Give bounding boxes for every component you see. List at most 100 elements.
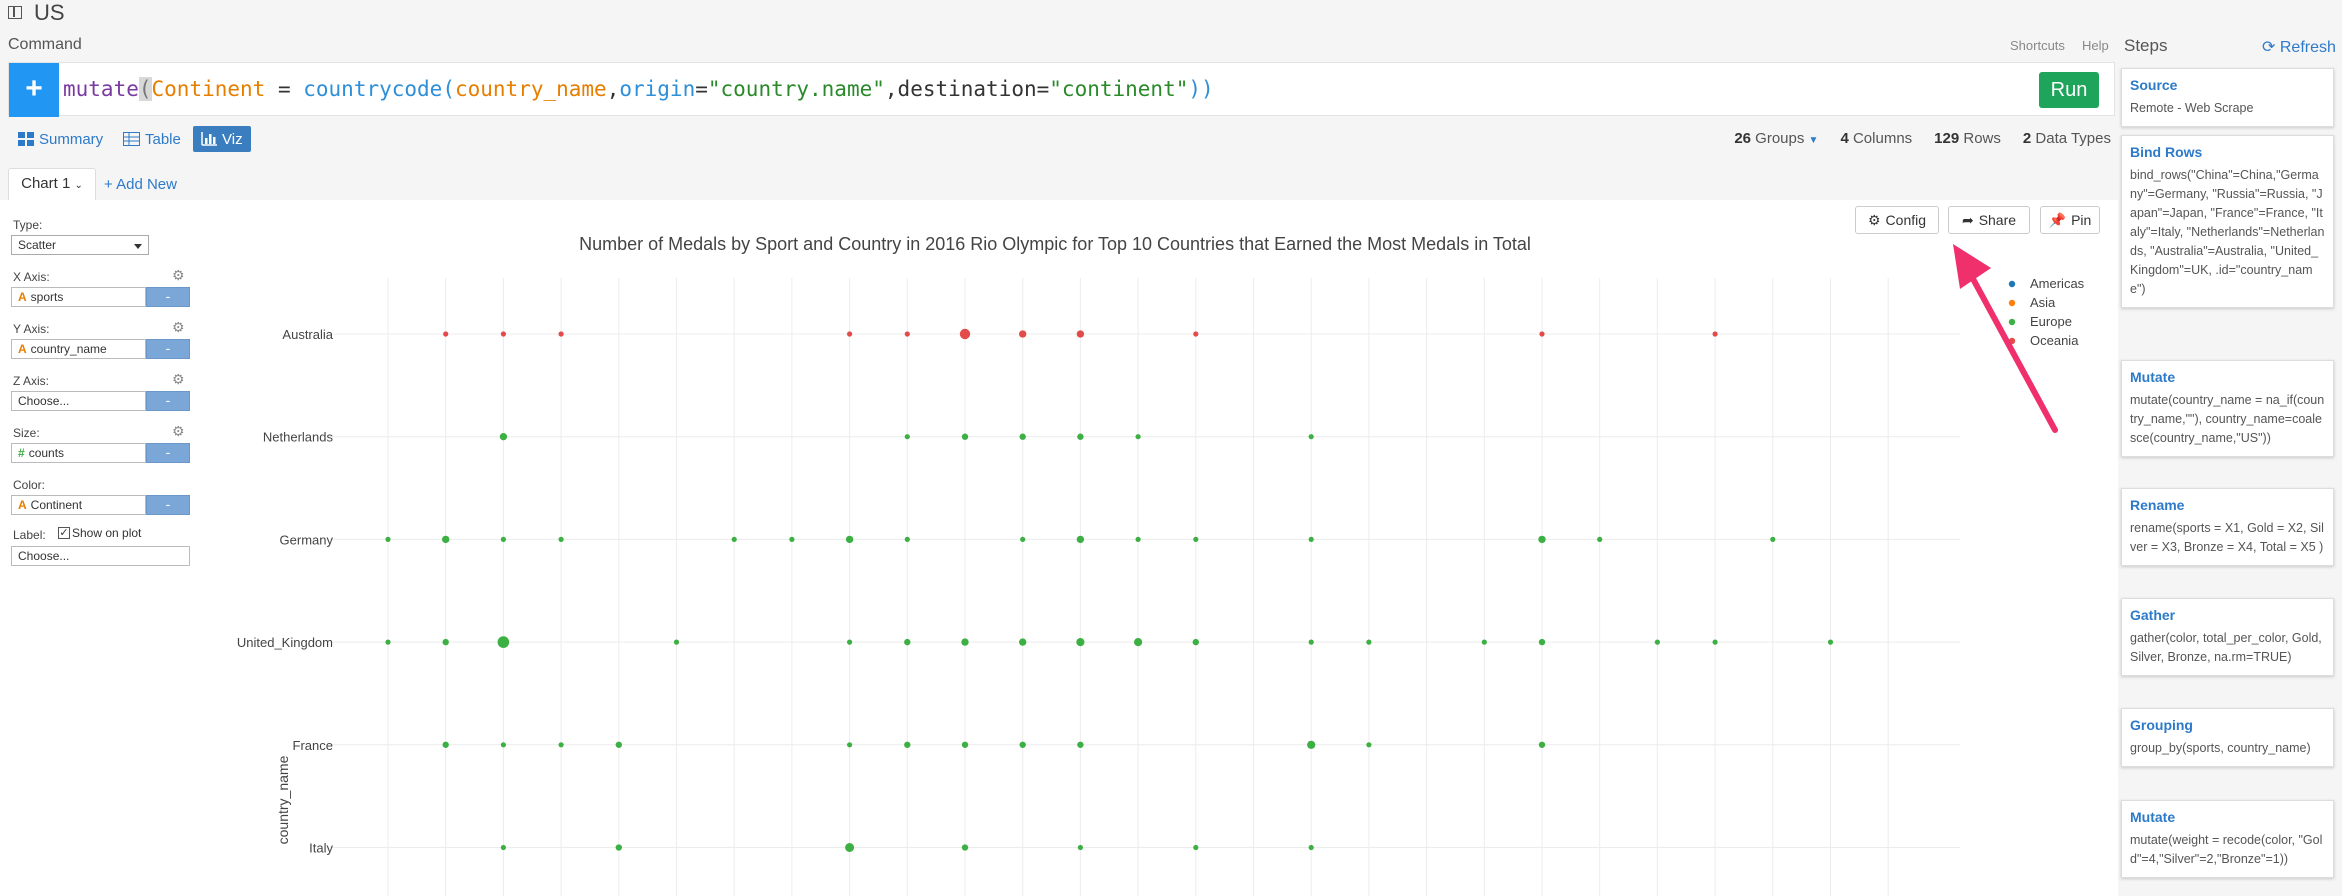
- step-title[interactable]: Bind Rows: [2130, 144, 2325, 160]
- data-point: [1308, 639, 1314, 645]
- step-card-source[interactable]: Source Remote - Web Scrape: [2121, 68, 2334, 127]
- refresh-icon: ⟳: [2262, 39, 2276, 56]
- data-point: [904, 434, 910, 440]
- data-point: [1307, 740, 1316, 749]
- data-point: [1712, 331, 1718, 337]
- data-point: [1654, 639, 1660, 645]
- legend-marker: [2008, 318, 2016, 326]
- legend-label: Europe: [2030, 314, 2072, 329]
- data-point: [961, 844, 969, 851]
- data-point: [673, 639, 680, 645]
- data-point: [442, 638, 449, 646]
- scatter-plot: Australia Netherlands Germany United_Kingdo…: [237, 244, 2085, 896]
- step-title[interactable]: Grouping: [2130, 717, 2325, 733]
- y-axis-label: country_name: [275, 755, 291, 844]
- data-point: [500, 331, 506, 337]
- y-tick-label: Italy: [309, 841, 333, 856]
- data-point: [959, 328, 971, 340]
- data-point: [1077, 741, 1084, 748]
- step-card-gather[interactable]: Gather gather(color, total_per_color, Gol…: [2121, 598, 2334, 676]
- data-point: [847, 639, 853, 645]
- data-point: [1308, 844, 1314, 851]
- step-title[interactable]: Source: [2130, 77, 2325, 93]
- step-body: Remote - Web Scrape: [2130, 101, 2254, 115]
- data-point: [1019, 741, 1026, 748]
- data-point: [847, 742, 853, 748]
- data-point: [1538, 638, 1546, 646]
- data-point: [1076, 637, 1085, 647]
- data-point: [1076, 330, 1085, 338]
- data-point: [497, 636, 510, 648]
- data-point: [1308, 536, 1314, 543]
- data-point: [1192, 638, 1199, 646]
- data-point: [1133, 637, 1143, 647]
- legend-marker: [2008, 280, 2016, 288]
- data-point: [961, 741, 969, 748]
- step-body: mutate(weight = recode(color, "Gold"=4,"…: [2130, 833, 2323, 866]
- data-point: [789, 536, 795, 543]
- data-point: [1366, 639, 1372, 645]
- step-card-grouping[interactable]: Grouping group_by(sports, country_name): [2121, 708, 2334, 767]
- data-point: [615, 741, 622, 748]
- data-point: [1308, 434, 1314, 440]
- data-point: [443, 331, 449, 337]
- refresh-button[interactable]: ⟳ Refresh: [2262, 37, 2336, 57]
- data-point: [500, 742, 506, 748]
- data-point: [961, 638, 969, 646]
- step-body: bind_rows("China"=China,"Germany"=German…: [2130, 168, 2325, 296]
- data-point: [1538, 741, 1546, 748]
- data-point: [1193, 844, 1199, 851]
- legend-marker: [2008, 299, 2016, 307]
- data-point: [904, 331, 910, 337]
- data-point: [558, 536, 564, 543]
- data-point: [904, 536, 910, 543]
- data-point: [442, 741, 449, 748]
- data-point: [385, 536, 391, 543]
- step-body: rename(sports = X1, Gold = X2, Silver = …: [2130, 521, 2324, 554]
- data-point: [1712, 639, 1718, 645]
- data-point: [500, 844, 506, 851]
- y-tick-label: Netherlands: [263, 430, 334, 445]
- data-point: [1481, 639, 1487, 645]
- data-point: [1539, 331, 1545, 337]
- data-point: [558, 331, 564, 337]
- data-point: [1135, 536, 1141, 543]
- data-point: [1135, 434, 1141, 440]
- step-card-mutate[interactable]: Mutate mutate(country_name = na_if(countr…: [2121, 360, 2334, 457]
- step-title[interactable]: Gather: [2130, 607, 2325, 623]
- step-title[interactable]: Rename: [2130, 497, 2325, 513]
- data-point: [845, 535, 854, 544]
- data-point: [1597, 536, 1603, 543]
- data-point: [847, 331, 853, 337]
- data-point: [1076, 535, 1085, 544]
- legend-label: Americas: [2030, 276, 2085, 291]
- data-point: [1827, 639, 1834, 645]
- step-body: gather(color, total_per_color, Gold, Sil…: [2130, 631, 2322, 664]
- step-body: group_by(sports, country_name): [2130, 741, 2311, 755]
- data-point: [1538, 535, 1546, 544]
- step-body: mutate(country_name = na_if(country_name…: [2130, 393, 2325, 445]
- data-point: [1077, 844, 1083, 851]
- data-point: [1019, 638, 1027, 646]
- y-tick-label: United_Kingdom: [237, 635, 333, 650]
- steps-header: Steps: [2124, 36, 2168, 55]
- y-tick-label: Germany: [280, 532, 334, 547]
- data-point: [558, 742, 564, 748]
- step-card-bind-rows[interactable]: Bind Rows bind_rows("China"=China,"German…: [2121, 135, 2334, 308]
- data-point: [1366, 742, 1372, 748]
- data-point: [904, 741, 911, 748]
- data-point: [385, 639, 391, 645]
- data-point: [1193, 331, 1199, 337]
- data-point: [1019, 330, 1027, 338]
- step-title[interactable]: Mutate: [2130, 369, 2325, 385]
- step-card-mutate[interactable]: Mutate mutate(weight = recode(color, "Gol…: [2121, 800, 2334, 878]
- y-tick-label: Australia: [282, 327, 333, 342]
- data-point: [442, 535, 450, 544]
- y-tick-label: France: [293, 738, 333, 753]
- step-title[interactable]: Mutate: [2130, 809, 2325, 825]
- legend-label: Asia: [2030, 295, 2056, 310]
- data-point: [1770, 536, 1776, 543]
- step-card-rename[interactable]: Rename rename(sports = X1, Gold = X2, Sil…: [2121, 488, 2334, 566]
- legend-label: Oceania: [2030, 333, 2079, 348]
- data-point: [499, 433, 508, 441]
